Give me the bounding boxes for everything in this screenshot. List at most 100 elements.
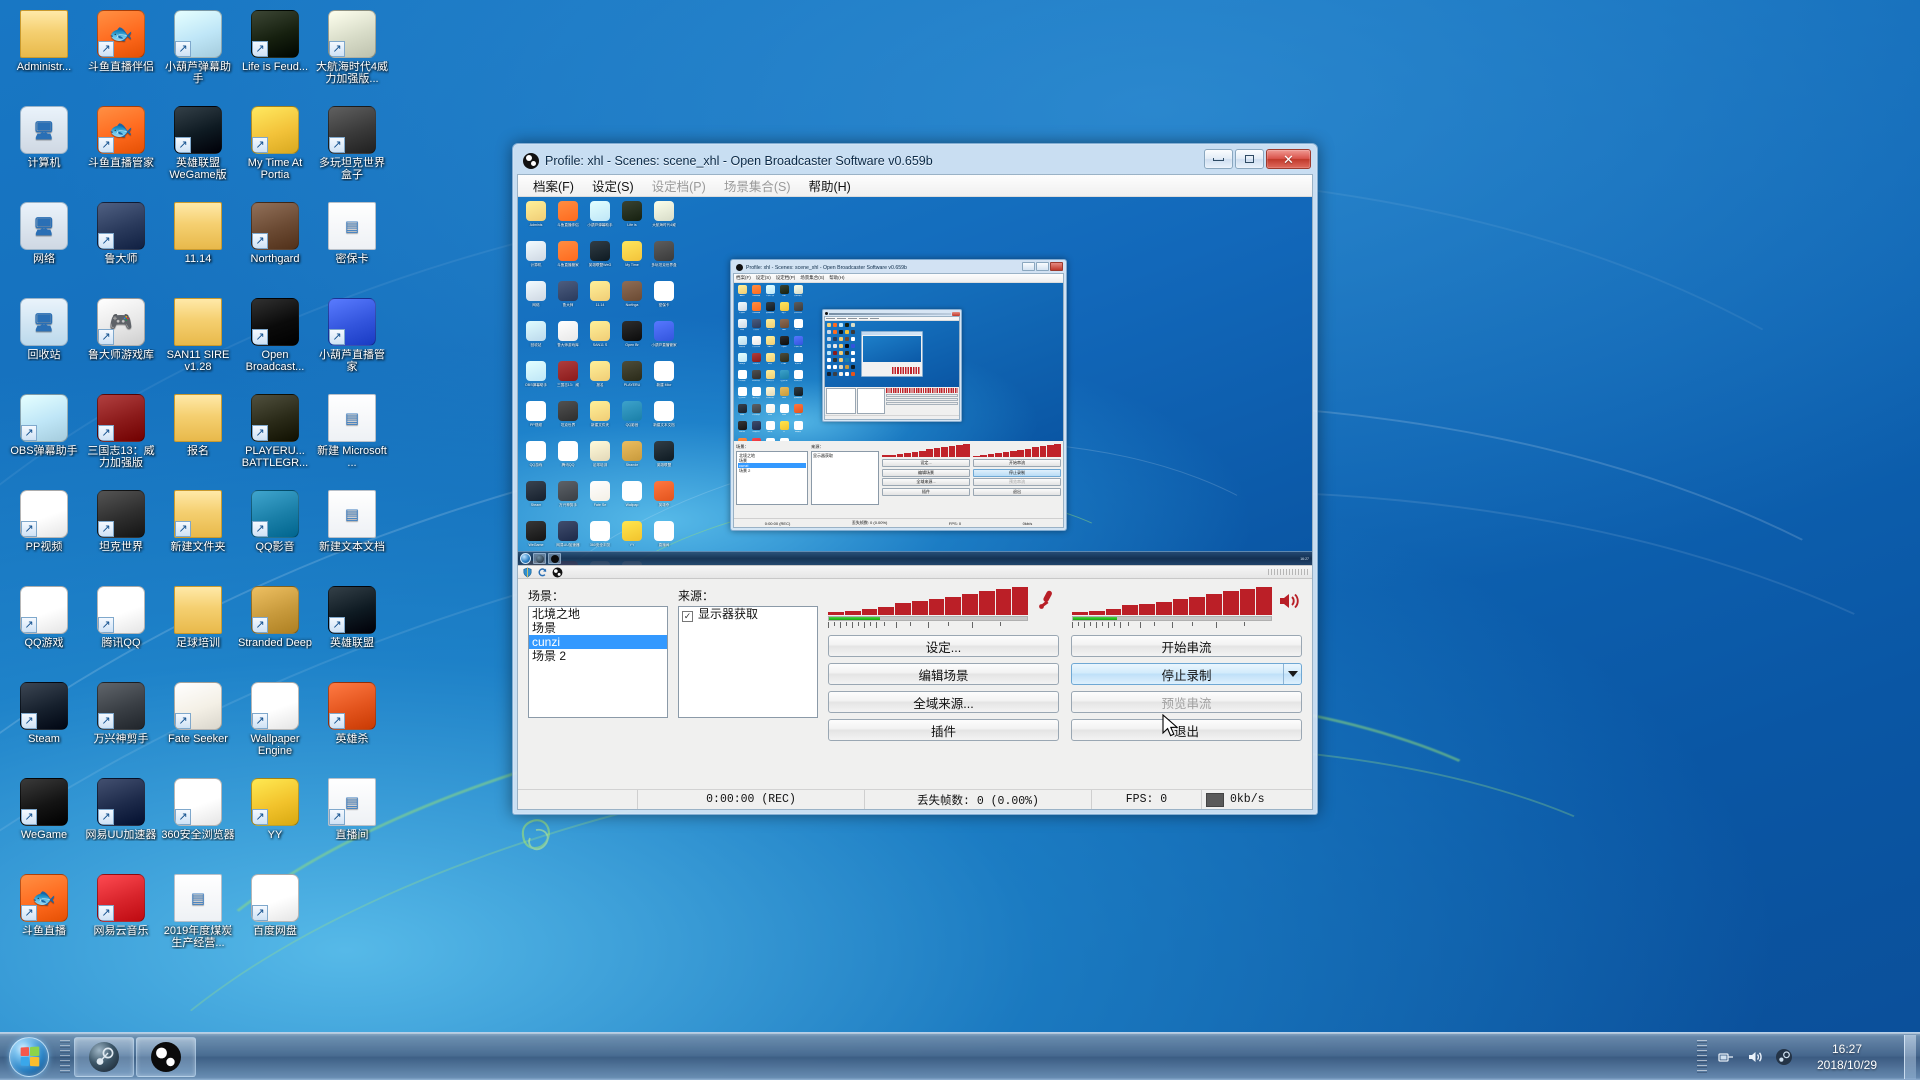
desktop-icon-computer[interactable]: 🖥 计算机 <box>6 102 82 198</box>
taskbar-items <box>74 1036 196 1077</box>
desktop-icon-netease-music[interactable]: ↗ 网易云音乐 <box>83 870 159 966</box>
desktop-icon-360-browser[interactable]: ↗ 360安全浏览器 <box>160 774 236 870</box>
scene-row[interactable]: 场景 2 <box>529 649 667 663</box>
desktop-icon-label: 密保卡 <box>335 253 369 265</box>
desktop-icon-pp-video[interactable]: ↗ PP视频 <box>6 486 82 582</box>
desktop-icon-xiaohulu-danmu[interactable]: ↗ 小葫芦弹幕助手 <box>160 6 236 102</box>
desktop-icon-network[interactable]: 🖥 网络 <box>6 198 82 294</box>
desktop-icon-steam[interactable]: ↗ Steam <box>6 678 82 774</box>
desktop-audio-meter[interactable] <box>1072 587 1272 629</box>
desktop-icon-romance-three-kingdoms[interactable]: ↗ 三国志13：威力加强版 <box>83 390 159 486</box>
desktop-icon-folder[interactable]: 报名 <box>160 390 236 486</box>
desktop-icon-folder[interactable]: 11.14 <box>160 198 236 294</box>
desktop-icon-tencent-qq[interactable]: ↗ 腾讯QQ <box>83 582 159 678</box>
desktop-icon-user-folder[interactable]: Administr... <box>6 6 82 102</box>
desktop-icon-live-room-doc[interactable]: ▤ ↗ 直播间 <box>314 774 390 870</box>
source-checkbox[interactable]: ✓ <box>682 611 693 622</box>
refresh-icon[interactable] <box>537 567 548 578</box>
desktop-icon-wegame[interactable]: ↗ WeGame <box>6 774 82 870</box>
sources-listbox[interactable]: ✓ 显示器获取 <box>678 606 818 718</box>
desktop-icon-my-time-at-portia[interactable]: ↗ My Time At Portia <box>237 102 313 198</box>
obs-icon[interactable] <box>552 567 563 578</box>
desktop-icon-wot-box[interactable]: ↗ 多玩坦克世界盒子 <box>314 102 390 198</box>
desktop-icon-recycle-bin[interactable]: 🖥 回收站 <box>6 294 82 390</box>
desktop-icon-folder[interactable]: SAN11 SIRE v1.28 <box>160 294 236 390</box>
obs-main-window[interactable]: Profile: xhl - Scenes: scene_xhl - Open … <box>512 143 1318 815</box>
menu-item-2[interactable]: 设定(S) <box>583 175 643 197</box>
nested2-settings-button: 设定... <box>882 459 970 467</box>
show-desktop-button[interactable] <box>1904 1034 1916 1079</box>
desktop-icon-uncharted-waters[interactable]: ↗ 大航海时代4威力加强版... <box>314 6 390 102</box>
scene-row-selected[interactable]: cunzi <box>529 635 667 649</box>
desktop-icon-excel-doc[interactable]: ▤ 新建 Microsoft ... <box>314 390 390 486</box>
steam-tray-icon[interactable] <box>1774 1047 1794 1067</box>
desktop-icon-pubg[interactable]: ↗ PLAYERU... BATTLEGR... <box>237 390 313 486</box>
scene-row[interactable]: 北境之地 <box>529 607 667 621</box>
plugins-button[interactable]: 插件 <box>828 719 1059 741</box>
obs-preview-canvas[interactable]: Adminis 斗鱼直播伴侣 小葫芦弹幕助手 Life is 大航海时代4威 计算机 斗鱼直… <box>518 197 1312 565</box>
desktop-icon-league-of-legends[interactable]: ↗ 英雄联盟WeGame版 <box>160 102 236 198</box>
desktop-icon-wondershare[interactable]: ↗ 万兴神剪手 <box>83 678 159 774</box>
desktop-icon-yy[interactable]: ↗ YY <box>237 774 313 870</box>
desktop-icon-folder[interactable]: ↗ 新建文件夹 <box>160 486 236 582</box>
desktop-icon-security-card[interactable]: ▤ 密保卡 <box>314 198 390 294</box>
desktop-icon-life-is-feudal[interactable]: ↗ Life is Feud... <box>237 6 313 102</box>
obs-preview-toolbar[interactable] <box>518 565 1312 579</box>
desktop-icon-folder[interactable]: 足球培训 <box>160 582 236 678</box>
scenes-listbox[interactable]: 北境之地 场景 cunzi 场景 2 <box>528 606 668 718</box>
start-stream-button[interactable]: 开始串流 <box>1071 635 1302 657</box>
desktop-icon-douyu[interactable]: 🐟 ↗ 斗鱼直播伴侣 <box>83 6 159 102</box>
menu-item-5[interactable]: 帮助(H) <box>799 175 859 197</box>
volume-tray-icon[interactable] <box>1745 1047 1765 1067</box>
preview-desktop-icon: QQ影音 <box>616 399 648 439</box>
nested3-title-text-blur <box>829 312 951 315</box>
exit-button[interactable]: 退出 <box>1071 719 1302 741</box>
desktop-icon-douyu-manager[interactable]: 🐟 ↗ 斗鱼直播管家 <box>83 102 159 198</box>
start-button[interactable] <box>2 1035 56 1079</box>
taskbar-item-obs[interactable] <box>136 1036 196 1077</box>
desktop-icon-gamepad[interactable]: 🎮 ↗ 鲁大师游戏库 <box>83 294 159 390</box>
minimize-button[interactable] <box>1204 149 1233 169</box>
close-button[interactable]: ✕ <box>1266 149 1311 169</box>
global-sources-button[interactable]: 全域来源... <box>828 691 1059 713</box>
maximize-button[interactable] <box>1235 149 1264 169</box>
desktop-icon-baidu-netdisk[interactable]: ↗ 百度网盘 <box>237 870 313 966</box>
desktop-icon-qq-player[interactable]: ↗ QQ影音 <box>237 486 313 582</box>
desktop-icon-ludashi[interactable]: ↗ 鲁大师 <box>83 198 159 294</box>
edit-scene-button[interactable]: 编辑场景 <box>828 663 1059 685</box>
desktop-icon-world-of-tanks[interactable]: ↗ 坦克世界 <box>83 486 159 582</box>
obs-title-bar[interactable]: Profile: xhl - Scenes: scene_xhl - Open … <box>517 148 1313 174</box>
network-tray-icon[interactable] <box>1716 1047 1736 1067</box>
microphone-meter[interactable] <box>828 587 1028 629</box>
scene-row[interactable]: 场景 <box>529 621 667 635</box>
source-row[interactable]: ✓ 显示器获取 <box>679 607 817 622</box>
desktop-icon-wallpaper-engine[interactable]: ↗ Wallpaper Engine <box>237 678 313 774</box>
speaker-icon[interactable] <box>1276 587 1302 615</box>
desktop-icon-northgard[interactable]: ↗ Northgard <box>237 198 313 294</box>
clock[interactable]: 16:27 2018/10/29 <box>1803 1041 1891 1073</box>
shield-icon[interactable] <box>522 567 533 578</box>
desktop-icon-fate-seeker[interactable]: ↗ Fate Seeker <box>160 678 236 774</box>
desktop-icon-league-of-legends[interactable]: ↗ 英雄联盟 <box>314 582 390 678</box>
mic-level-slider[interactable] <box>828 616 1028 621</box>
desktop-icon-text-doc[interactable]: ▤ 新建文本文档 <box>314 486 390 582</box>
desktop-icon-douyu-live[interactable]: 🐟 ↗ 斗鱼直播 <box>6 870 82 966</box>
taskbar-item-steam[interactable] <box>74 1036 134 1077</box>
chevron-down-icon[interactable] <box>1283 664 1301 684</box>
settings-button[interactable]: 设定... <box>828 635 1059 657</box>
stop-recording-button[interactable]: 停止录制 <box>1071 663 1302 685</box>
desktop-level-slider[interactable] <box>1072 616 1272 621</box>
preview-desktop-icon: Open Br <box>616 319 648 359</box>
desktop-icon-xiaohulu-live[interactable]: ↗ 小葫芦直播管家 <box>314 294 390 390</box>
desktop-icon-stranded-deep[interactable]: ↗ Stranded Deep <box>237 582 313 678</box>
microphone-icon[interactable] <box>1032 587 1058 615</box>
desktop-icon-obs[interactable]: ↗ Open Broadcast... <box>237 294 313 390</box>
desktop-icon-hero-kill[interactable]: ↗ 英雄杀 <box>314 678 390 774</box>
preview-desktop-icon: 多玩坦克世界盒 <box>648 239 680 279</box>
menu-item-1[interactable]: 档案(F) <box>524 175 583 197</box>
desktop-icon-qq-games[interactable]: ↗ QQ游戏 <box>6 582 82 678</box>
obs-menu-bar[interactable]: 档案(F) 设定(S) 设定档(P) 场景集合(S) 帮助(H) <box>518 175 1312 197</box>
desktop-icon-obs-danmu[interactable]: ↗ OBS弹幕助手 <box>6 390 82 486</box>
desktop-icon-netease-uu[interactable]: ↗ 网易UU加速器 <box>83 774 159 870</box>
desktop-icon-word-doc[interactable]: ▤ 2019年度煤炭生产经营... <box>160 870 236 966</box>
